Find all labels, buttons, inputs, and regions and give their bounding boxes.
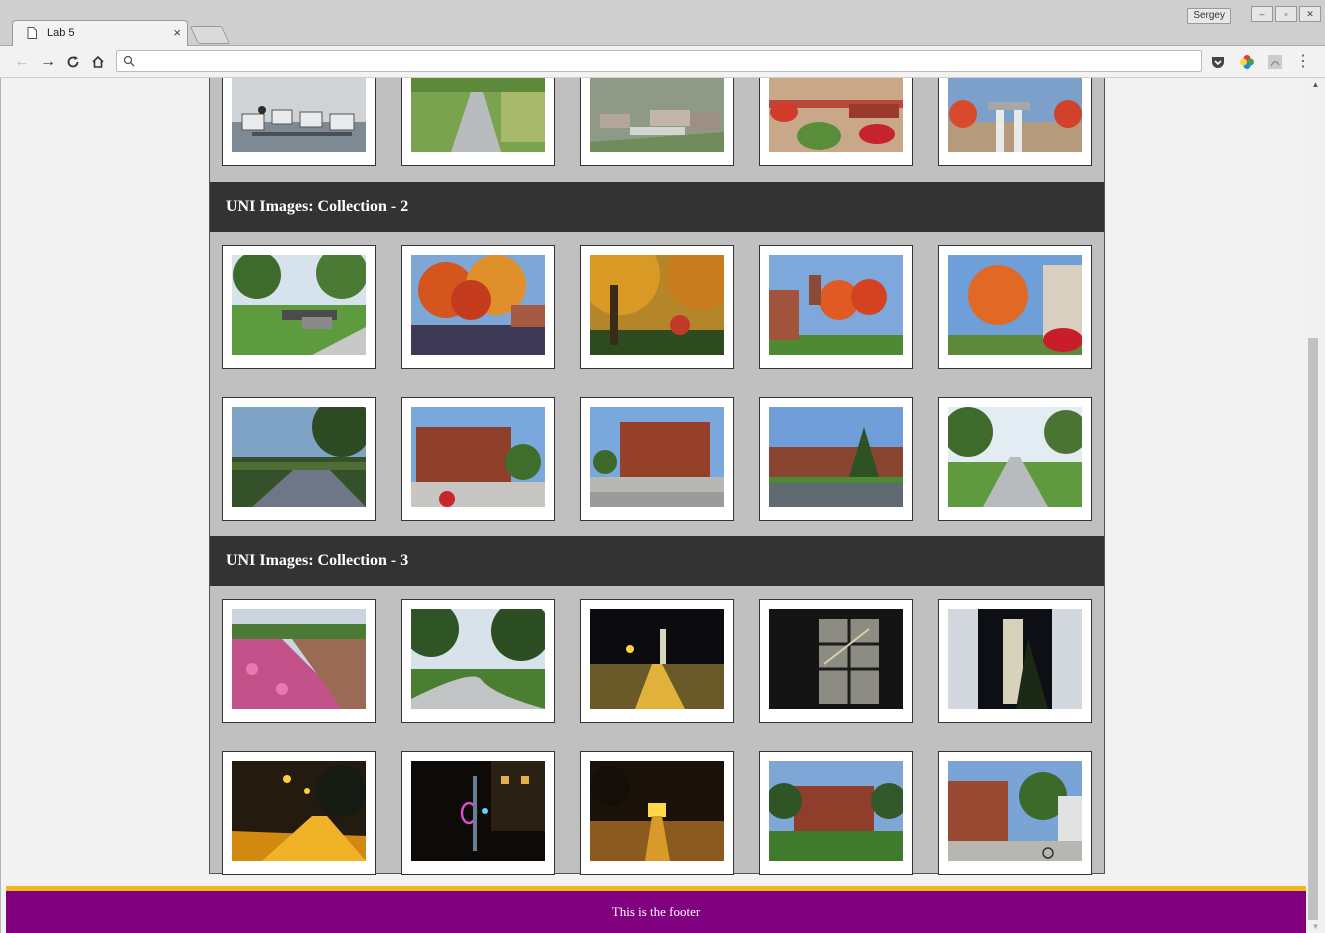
photo-autumn-trees: [411, 255, 545, 355]
photo-pink-flowerbed: [232, 609, 366, 709]
thumbnail-night-building[interactable]: [580, 751, 734, 875]
thumbnail-computer-lab[interactable]: [222, 78, 376, 166]
thumbnail-brick-hall[interactable]: [401, 397, 555, 521]
photo-campus-aerial: [590, 78, 724, 152]
photo-shaded-path: [232, 407, 366, 507]
minimize-button[interactable]: ‒: [1251, 6, 1273, 22]
profile-button[interactable]: Sergey: [1187, 8, 1231, 24]
thumbnail-pink-flowerbed[interactable]: [222, 599, 376, 723]
thumbnail-campanile-tower[interactable]: [938, 599, 1092, 723]
window-controls: ‒ ▫ ✕: [1251, 6, 1321, 22]
color-picker-extension-icon[interactable]: [1239, 54, 1255, 70]
thumbnail-autumn-trees[interactable]: [401, 245, 555, 369]
photo-brick-building-bikes: [948, 761, 1082, 861]
new-tab-button[interactable]: [189, 26, 231, 44]
browser-toolbar: ← → ⋮: [0, 46, 1325, 78]
section-header-collection-2: UNI Images: Collection - 2: [210, 182, 1104, 232]
section-title: UNI Images: Collection - 2: [226, 198, 409, 215]
page-icon: [27, 27, 37, 39]
photo-computer-lab: [232, 78, 366, 152]
photo-brick-hall-fountain: [590, 407, 724, 507]
gallery-container: UNI Images: Collection - 2 UNI Images: C…: [209, 78, 1105, 875]
page-viewport: UNI Images: Collection - 2 UNI Images: C…: [6, 78, 1306, 933]
forward-arrow-icon[interactable]: →: [38, 52, 58, 72]
scroll-up-arrow-icon[interactable]: ▲: [1306, 80, 1325, 89]
photo-autumn-canopy: [590, 255, 724, 355]
photo-lamp-lit-path: [232, 761, 366, 861]
thumbnail-lamp-lit-path[interactable]: [222, 751, 376, 875]
tab-title: Lab 5: [47, 27, 75, 39]
pdf-extension-icon[interactable]: [1267, 54, 1283, 70]
maximize-button[interactable]: ▫: [1275, 6, 1297, 22]
thumbnail-curving-sidewalk[interactable]: [401, 599, 555, 723]
photo-red-maple-building: [769, 255, 903, 355]
photo-campanile-tower: [948, 609, 1082, 709]
thumbnail-tree-lined-walk[interactable]: [938, 397, 1092, 521]
search-icon: [123, 55, 135, 67]
tab-lab-5[interactable]: Lab 5 ×: [12, 20, 188, 46]
thumbnail-autumn-canopy[interactable]: [580, 245, 734, 369]
section-header-collection-3: UNI Images: Collection - 3: [210, 536, 1104, 586]
photo-glass-stairwell-night: [769, 609, 903, 709]
address-bar[interactable]: [116, 50, 1202, 72]
close-window-button[interactable]: ✕: [1299, 6, 1321, 22]
photo-curving-sidewalk: [411, 609, 545, 709]
photo-night-sculpture: [411, 761, 545, 861]
thumbnail-red-brick-mansion[interactable]: [759, 751, 913, 875]
footer-text: This is the footer: [611, 904, 701, 919]
photo-red-brick-mansion: [769, 761, 903, 861]
photo-red-maple-path: [948, 255, 1082, 355]
thumbnail-campus-clock[interactable]: [938, 78, 1092, 166]
thumbnail-red-maple-path[interactable]: [938, 245, 1092, 369]
thumbnail-brick-building-bikes[interactable]: [938, 751, 1092, 875]
page-footer: This is the footer: [6, 886, 1306, 933]
photo-brick-hall: [411, 407, 545, 507]
thumbnail-hall-with-pine[interactable]: [759, 397, 913, 521]
pocket-extension-icon[interactable]: [1210, 54, 1226, 70]
back-arrow-icon[interactable]: ←: [12, 52, 32, 72]
thumbnail-glass-stairwell-night[interactable]: [759, 599, 913, 723]
photo-campanile-night-path: [590, 609, 724, 709]
photo-night-building: [590, 761, 724, 861]
thumbnail-night-sculpture[interactable]: [401, 751, 555, 875]
home-icon[interactable]: [88, 52, 108, 72]
thumbnail-flowerbed-shrubs[interactable]: [759, 78, 913, 166]
photo-hall-with-pine: [769, 407, 903, 507]
scroll-down-arrow-icon[interactable]: ▼: [1306, 922, 1325, 931]
thumbnail-red-maple-building[interactable]: [759, 245, 913, 369]
photo-tree-lined-walk: [948, 407, 1082, 507]
tab-close-icon[interactable]: ×: [173, 25, 181, 40]
browser-menu-icon[interactable]: ⋮: [1295, 52, 1311, 72]
photo-campus-clock: [948, 78, 1082, 152]
thumbnail-campus-sidewalk[interactable]: [401, 78, 555, 166]
reload-icon[interactable]: [63, 52, 83, 72]
scroll-thumb[interactable]: [1308, 338, 1318, 920]
vertical-scrollbar[interactable]: ▲ ▼: [1306, 78, 1325, 933]
thumbnail-cannon-lawn[interactable]: [222, 245, 376, 369]
photo-cannon-lawn: [232, 255, 366, 355]
photo-flowerbed-shrubs: [769, 78, 903, 152]
thumbnail-campanile-night-path[interactable]: [580, 599, 734, 723]
photo-campus-sidewalk: [411, 78, 545, 152]
thumbnail-brick-hall-fountain[interactable]: [580, 397, 734, 521]
thumbnail-campus-aerial[interactable]: [580, 78, 734, 166]
section-title: UNI Images: Collection - 3: [226, 552, 409, 569]
browser-tabstrip: Lab 5 × Sergey ‒ ▫ ✕: [0, 0, 1325, 46]
thumbnail-shaded-path[interactable]: [222, 397, 376, 521]
address-input[interactable]: [141, 53, 1195, 71]
